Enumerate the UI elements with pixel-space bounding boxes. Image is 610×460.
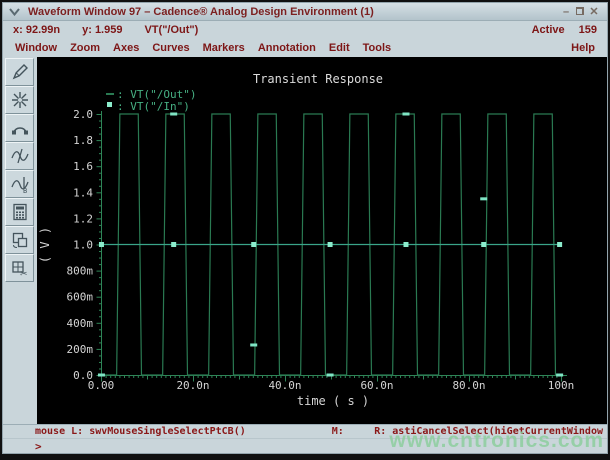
cursor-y-readout: y: 1.959 <box>82 24 122 36</box>
toolbar-button-copy-window[interactable] <box>5 226 34 254</box>
y-axis-label: ( V ) <box>38 227 52 263</box>
trace-point-marker <box>557 242 563 247</box>
svg-text:80.0n: 80.0n <box>452 379 485 392</box>
svg-text:1.8: 1.8 <box>73 134 93 147</box>
menu-item-edit[interactable]: Edit <box>329 42 350 54</box>
x-axis-label: time ( s ) <box>297 394 369 408</box>
svg-text:100n: 100n <box>548 379 575 392</box>
waveform-window: Waveform Window 97 – Cadence® Analog Des… <box>2 2 608 454</box>
crosshair-info-bar: x: 92.99n y: 1.959 VT("/Out") Active 159 <box>3 21 607 39</box>
pen-icon <box>12 64 28 80</box>
x-label: x: <box>13 24 23 36</box>
x-value: 92.99n <box>25 24 61 36</box>
toolbar-button-marker-b[interactable]: B <box>5 170 34 198</box>
trace-point-marker <box>250 343 258 347</box>
svg-text:200m: 200m <box>67 343 94 356</box>
copy-window-icon <box>12 232 27 248</box>
prompt-glyph: > <box>35 439 42 453</box>
left-toolbar: B ✂ <box>3 57 37 424</box>
svg-text:1.6: 1.6 <box>73 160 93 173</box>
menu-item-annotation[interactable]: Annotation <box>258 42 316 54</box>
vertical-marker-icon <box>10 148 29 164</box>
y-value: 1.959 <box>94 24 123 36</box>
svg-text:800m: 800m <box>67 265 94 278</box>
trace-point-marker <box>402 112 410 116</box>
toolbar-button-pen[interactable] <box>5 58 34 86</box>
window-title: Waveform Window 97 – Cadence® Analog Des… <box>28 5 374 18</box>
y-label: y: <box>82 24 92 36</box>
svg-text:20.0n: 20.0n <box>176 379 209 392</box>
menu-item-zoom[interactable]: Zoom <box>70 42 100 54</box>
svg-text:1.2: 1.2 <box>73 212 93 225</box>
window-menu-chevron-icon[interactable] <box>9 7 20 16</box>
close-button[interactable]: ✕ <box>587 4 601 20</box>
toolbar-button-zoom-star[interactable] <box>5 86 34 114</box>
menu-bar: Window Zoom Axes Curves Markers Annotation Edi… <box>3 39 607 57</box>
cursor-x-readout: x: 92.99n <box>13 24 60 36</box>
menu-item-tools[interactable]: Tools <box>363 42 392 54</box>
mouse-left-binding: swvMouseSingleSelectPtCB() <box>89 426 246 437</box>
svg-text:2.0: 2.0 <box>73 108 93 121</box>
svg-text:1.4: 1.4 <box>73 186 93 199</box>
zoom-star-icon <box>11 92 28 108</box>
toolbar-button-arc[interactable] <box>5 114 34 142</box>
trace-point-marker <box>171 242 177 247</box>
status-bar: mouse L: swvMouseSingleSelectPtCB() M: R… <box>3 424 607 438</box>
trace-point-marker <box>556 373 564 377</box>
title-bar: Waveform Window 97 – Cadence® Analog Des… <box>3 3 607 21</box>
menu-item-markers[interactable]: Markers <box>203 42 245 54</box>
trace-point-marker <box>481 242 487 247</box>
svg-text:✂: ✂ <box>20 269 28 279</box>
trace-point-marker <box>97 373 105 377</box>
trace-point-marker <box>251 242 257 247</box>
toolbar-button-marker-a[interactable] <box>5 142 34 170</box>
point-marker-icon: B <box>10 177 29 194</box>
mouse-right-binding: R: astiCancelSelect(hiGetCurrentWindow <box>374 426 603 437</box>
screenshot-root: Waveform Window 97 – Cadence® Analog Des… <box>0 0 610 460</box>
menu-item-curves[interactable]: Curves <box>152 42 189 54</box>
mouse-middle-binding: M: <box>331 426 344 437</box>
trace-point-marker <box>480 197 488 201</box>
menu-item-help[interactable]: Help <box>571 42 595 54</box>
main-area: B ✂ Transient Response 0.00 20.0n 40.0n 60.0n… <box>3 57 607 424</box>
cut-window-icon: ✂ <box>11 261 28 279</box>
trace-point-marker <box>326 373 334 377</box>
legend-symbol-square <box>107 102 112 107</box>
menu-item-axes[interactable]: Axes <box>113 42 139 54</box>
toolbar-button-cut-window[interactable]: ✂ <box>5 254 34 282</box>
svg-text:400m: 400m <box>67 317 94 330</box>
arc-icon <box>11 127 28 135</box>
svg-text:B: B <box>23 187 27 194</box>
maximize-icon <box>576 6 584 15</box>
svg-text:1.0: 1.0 <box>73 239 93 252</box>
svg-text:40.0n: 40.0n <box>268 379 301 392</box>
plot-canvas[interactable]: Transient Response 0.00 20.0n 40.0n 60.0n 80.… <box>37 57 608 426</box>
maximize-button[interactable] <box>573 4 587 20</box>
command-prompt-bar[interactable]: > <box>3 438 607 453</box>
chart-title: Transient Response <box>253 72 383 86</box>
trace-point-marker <box>98 242 104 247</box>
trace-point-marker <box>403 242 409 247</box>
mouse-label: mouse L: <box>35 426 84 437</box>
legend-entry: : VT("/In") <box>117 100 190 113</box>
active-label: Active <box>531 24 565 36</box>
toolbar-button-calculator[interactable] <box>5 198 34 226</box>
selected-trace-expression: VT("/Out") <box>144 24 199 36</box>
trace-point-marker <box>327 242 333 247</box>
svg-text:600m: 600m <box>67 291 94 304</box>
mouse-binding-left: mouse L: swvMouseSingleSelectPtCB() <box>35 426 246 437</box>
menu-item-window[interactable]: Window <box>15 42 57 54</box>
svg-text:0.0: 0.0 <box>73 369 93 382</box>
active-count: 159 <box>578 24 597 36</box>
trace-point-marker <box>170 112 178 116</box>
minimize-button[interactable]: – <box>559 4 573 20</box>
waveform-plot[interactable]: Transient Response0.00 20.0n 40.0n 60.0n 80.… <box>37 57 608 426</box>
calculator-icon <box>12 203 27 221</box>
svg-text:60.0n: 60.0n <box>360 379 393 392</box>
